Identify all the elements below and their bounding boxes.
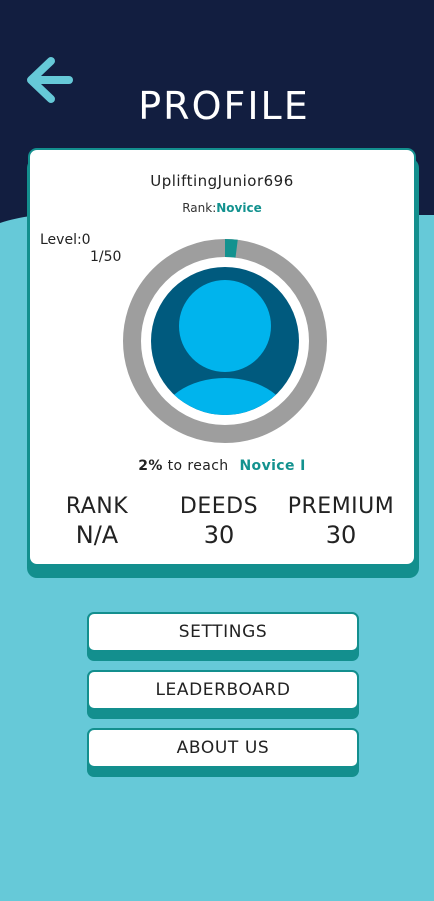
stat-deeds: DEEDS 30 <box>154 494 284 549</box>
username: UpliftingJunior696 <box>150 172 294 190</box>
stat-deeds-value: 30 <box>203 521 235 549</box>
leaderboard-button[interactable]: LEADERBOARD <box>87 670 359 710</box>
next-rank: Novice I <box>239 458 306 474</box>
stat-deeds-label: DEEDS <box>179 494 259 519</box>
progress-percent: 2% <box>138 458 163 474</box>
stat-rank-value: N/A <box>75 521 119 549</box>
rank-value: Novice <box>216 201 262 215</box>
stat-premium-value: 30 <box>325 521 357 549</box>
rank-line: Rank:Novice <box>30 201 414 215</box>
level-progress-ring <box>123 239 327 443</box>
settings-button[interactable]: SETTINGS <box>87 612 359 652</box>
rank-prefix: Rank: <box>182 201 217 215</box>
about-us-button[interactable]: ABOUT US <box>87 728 359 768</box>
stat-premium: PREMIUM 30 <box>276 494 406 549</box>
profile-card: UpliftingJunior696 Rank:Novice Level:0 1… <box>28 148 416 566</box>
page-title: PROFILE <box>138 84 310 128</box>
stat-rank: RANK N/A <box>32 494 162 549</box>
xp-counter: 1/50 <box>90 249 122 265</box>
progress-mid-text: to reach <box>167 458 229 474</box>
stat-premium-label: PREMIUM <box>287 494 395 519</box>
progress-summary: 2% to reach Novice I <box>30 458 414 474</box>
level-label: Level:0 <box>40 232 91 248</box>
stat-rank-label: RANK <box>65 494 129 519</box>
